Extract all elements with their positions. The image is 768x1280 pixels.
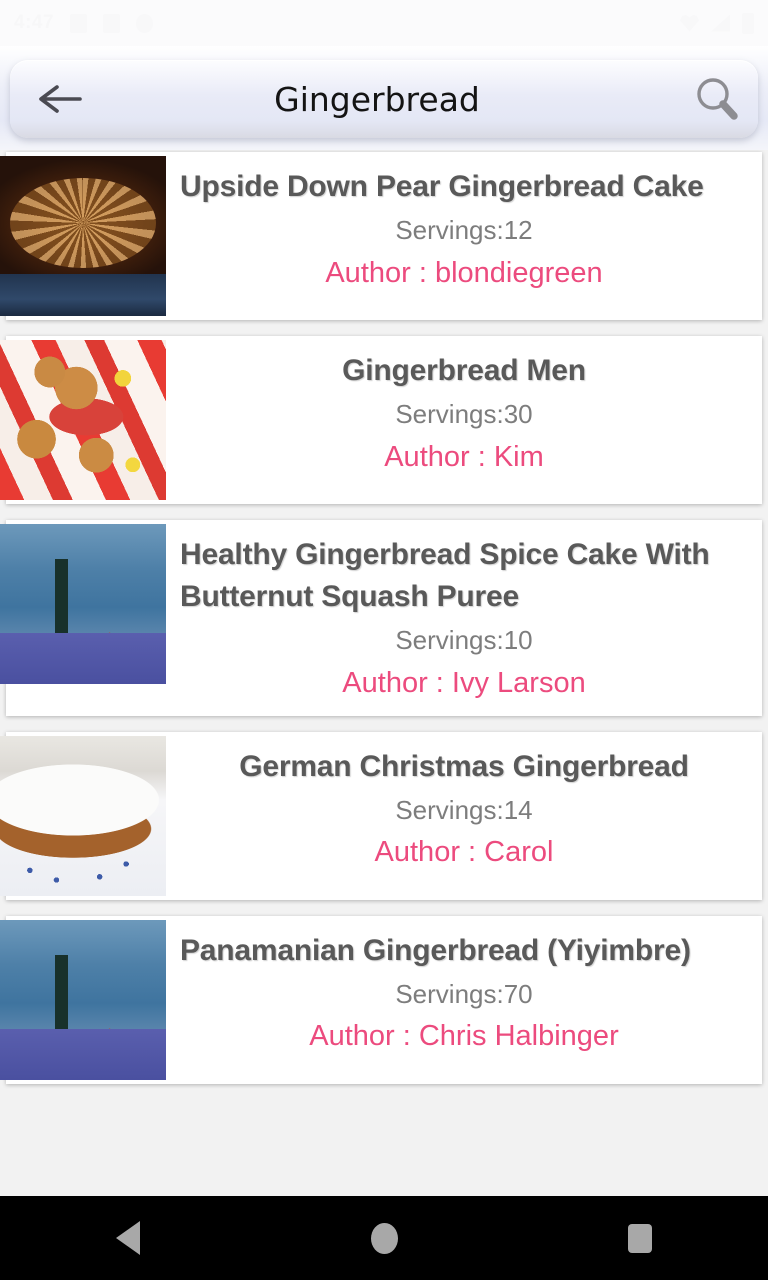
recipe-card-body: Panamanian Gingerbread (Yiyimbre) Servin… — [172, 916, 762, 1084]
recipe-servings: Servings:12 — [395, 215, 533, 245]
recipe-servings: Servings:30 — [395, 399, 533, 429]
recipe-author: Author : Chris Halbinger — [309, 1020, 619, 1053]
back-triangle-icon — [116, 1221, 140, 1255]
status-bar-clock: 4:47 — [14, 12, 55, 33]
recipe-card[interactable]: Panamanian Gingerbread (Yiyimbre) Servin… — [0, 915, 762, 1084]
recipe-title: Upside Down Pear Gingerbread Cake — [180, 170, 704, 203]
recipe-title: Gingerbread Men — [342, 354, 586, 387]
back-arrow-icon — [39, 85, 82, 113]
search-bar-container: Gingerbread — [0, 46, 768, 150]
notification-icon — [103, 13, 121, 33]
recipe-card-body: Upside Down Pear Gingerbread Cake Servin… — [172, 152, 762, 320]
recipe-card[interactable]: Upside Down Pear Gingerbread Cake Servin… — [0, 152, 762, 320]
back-button[interactable] — [32, 71, 88, 127]
recipe-card[interactable]: Healthy Gingerbread Spice Cake With Butt… — [0, 520, 762, 716]
nav-back-button[interactable] — [68, 1196, 188, 1280]
app-screen: 4:47 Gingerbread Upside Down Pear Ginger… — [0, 0, 768, 1280]
battery-icon — [742, 12, 754, 34]
nav-home-button[interactable] — [324, 1196, 444, 1280]
recipe-card-body: Healthy Gingerbread Spice Cake With Butt… — [172, 520, 762, 716]
search-submit-button[interactable] — [686, 68, 748, 130]
recipe-servings: Servings:70 — [395, 978, 533, 1009]
status-bar-right — [680, 12, 754, 34]
recipe-thumbnail — [0, 919, 166, 1080]
recipe-thumbnail — [0, 524, 166, 684]
recipe-servings: Servings:10 — [395, 625, 533, 655]
search-input[interactable]: Gingerbread — [88, 80, 686, 119]
recipe-thumbnail — [0, 156, 166, 316]
recipe-card[interactable]: German Christmas Gingerbread Servings:14… — [0, 731, 762, 900]
magnifier-icon — [697, 78, 738, 120]
nav-recents-button[interactable] — [580, 1196, 700, 1280]
notification-icon — [70, 13, 88, 33]
recipe-card-body: German Christmas Gingerbread Servings:14… — [172, 732, 762, 900]
recipe-card-body: Gingerbread Men Servings:30 Author : Kim — [172, 336, 762, 504]
recipe-title: Panamanian Gingerbread (Yiyimbre) — [180, 933, 691, 967]
wifi-icon — [680, 14, 699, 32]
recipe-results-list[interactable]: Upside Down Pear Gingerbread Cake Servin… — [0, 148, 768, 1196]
recipe-servings: Servings:14 — [395, 794, 533, 825]
search-bar[interactable]: Gingerbread — [10, 60, 758, 138]
recipe-author: Author : Carol — [374, 836, 554, 869]
signal-icon — [711, 14, 730, 32]
recents-square-icon — [628, 1223, 652, 1253]
recipe-author: Author : Ivy Larson — [342, 666, 586, 699]
notification-icon — [136, 13, 154, 33]
home-circle-icon — [370, 1222, 398, 1254]
recipe-thumbnail — [0, 735, 166, 896]
recipe-thumbnail — [0, 340, 166, 500]
android-navigation-bar — [0, 1196, 768, 1280]
recipe-author: Author : blondiegreen — [325, 256, 603, 289]
recipe-card[interactable]: Gingerbread Men Servings:30 Author : Kim — [0, 336, 762, 504]
recipe-author: Author : Kim — [384, 440, 544, 473]
status-bar: 4:47 — [0, 0, 768, 46]
recipe-title: German Christmas Gingerbread — [239, 749, 689, 783]
status-bar-left: 4:47 — [14, 12, 154, 34]
recipe-title: Healthy Gingerbread Spice Cake With Butt… — [180, 538, 710, 613]
